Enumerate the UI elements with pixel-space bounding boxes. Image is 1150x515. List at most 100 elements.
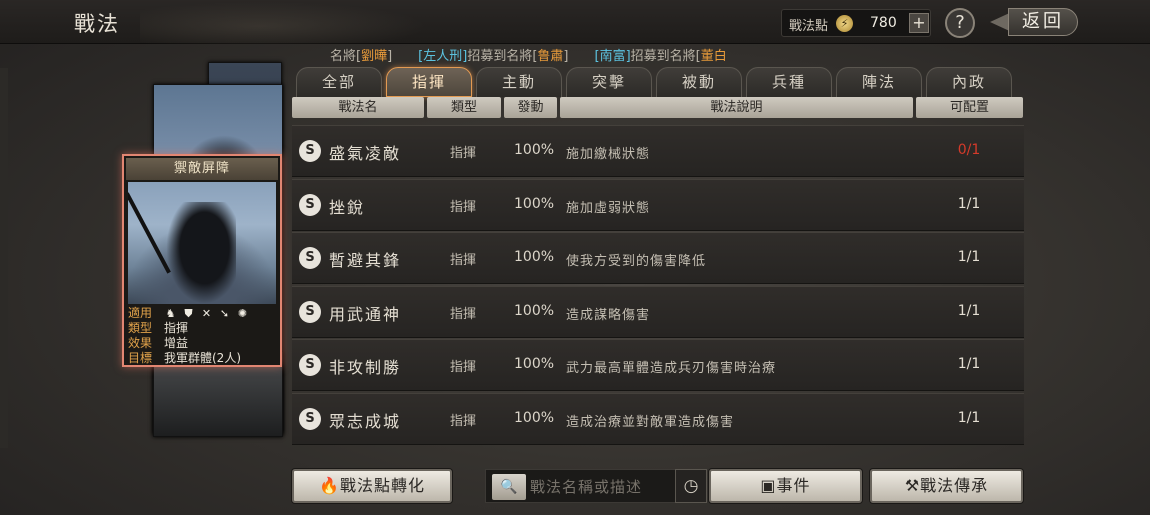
tab-7[interactable]: 內政: [926, 67, 1012, 97]
tab-5[interactable]: 兵種: [746, 67, 832, 97]
card-target-value: 我軍群體(2人): [164, 351, 241, 365]
grade-badge: S: [299, 354, 321, 376]
ticker-text: [南富]: [594, 49, 631, 63]
help-button[interactable]: ?: [945, 8, 975, 38]
grade-badge: S: [299, 193, 321, 216]
ticker-text: [左人刑]: [418, 49, 468, 63]
event-icon: ▣: [760, 476, 777, 495]
left-edge-panel: [0, 68, 8, 448]
tab-6[interactable]: 陣法: [836, 67, 922, 97]
ticker-text: 名將[: [330, 49, 362, 63]
card-type-value: 指揮: [164, 321, 189, 335]
ticker-message: [左人刑]招募到名將[鲁肅]: [418, 45, 568, 63]
tactic-points-value: 780: [870, 15, 897, 31]
tactic-points-label: 戰法點: [789, 19, 829, 34]
ticker-text: ]: [387, 49, 393, 63]
tab-1[interactable]: 指揮: [386, 67, 472, 97]
tactic-description: 施加虛弱狀態: [566, 200, 651, 216]
category-tabs: 全部 指揮 主動 突擊 被動 兵種 陣法 內政: [296, 67, 1016, 97]
ticker-message: [南富]招募到名將[董白: [595, 45, 727, 63]
card-type-label: 類型: [128, 321, 153, 335]
card-target-label: 目標: [128, 351, 153, 365]
convert-points-button[interactable]: 🔥戰法點轉化: [292, 469, 452, 503]
tactic-count: 1/1: [957, 249, 981, 265]
column-header-type[interactable]: 類型: [427, 97, 501, 118]
flame-icon: 🔥: [319, 476, 340, 495]
tactic-row[interactable]: S 盛氣凌敵 指揮 100% 施加繳械狀態 0/1: [292, 125, 1024, 177]
spear-icon: ➘: [219, 307, 230, 320]
back-button-label: 返回: [1008, 8, 1078, 36]
shield-icon: ⛊: [184, 307, 193, 320]
ticker-text: 招募到名將[: [467, 49, 538, 63]
back-button[interactable]: 返回: [990, 6, 1084, 38]
grade-badge: S: [299, 140, 321, 162]
tactic-description: 造成治療並對敵軍造成傷害: [566, 414, 735, 430]
ticker-text: 鲁肅: [537, 49, 564, 63]
tactics-screen: 戰法 戰法點 ⚡ 780 + ? 返回 名將[劉曄] [左人刑]招募到名將[鲁肅]…: [0, 0, 1150, 515]
add-points-button[interactable]: +: [909, 13, 929, 33]
tactic-name: 用武通神: [329, 304, 402, 324]
tactic-rate: 100%: [514, 409, 555, 426]
tactic-row[interactable]: S 眾志成城 指揮 100% 造成治療並對敵軍造成傷害 1/1: [292, 392, 1024, 445]
grade-badge: S: [299, 247, 321, 269]
tactic-type: 指揮: [450, 360, 477, 375]
tactic-description: 施加繳械狀態: [566, 147, 651, 162]
tactic-type: 指揮: [450, 253, 477, 268]
tab-4[interactable]: 被動: [656, 67, 742, 97]
tactic-row[interactable]: S 非攻制勝 指揮 100% 武力最高單體造成兵刃傷害時治療 1/1: [292, 339, 1024, 391]
events-button[interactable]: ▣事件: [709, 469, 862, 503]
card-tactic-name: 禦敵屏障: [126, 158, 278, 180]
tactic-row[interactable]: S 用武通神 指揮 100% 造成謀略傷害 1/1: [292, 285, 1024, 338]
tactic-description: 使我方受到的傷害降低: [566, 254, 707, 269]
tab-0[interactable]: 全部: [296, 67, 382, 97]
tactic-inherit-button[interactable]: ⚒戰法傳承: [870, 469, 1023, 503]
tactic-description: 造成謀略傷害: [566, 307, 651, 323]
tactic-name: 暫避其鋒: [329, 251, 402, 270]
tactic-row[interactable]: S 暫避其鋒 指揮 100% 使我方受到的傷害降低 1/1: [292, 232, 1024, 284]
tactic-inherit-label: 戰法傳承: [920, 476, 989, 495]
table-header: 戰法名 類型 發動 戰法說明 可配置: [292, 97, 1024, 119]
tactic-description: 武力最高單體造成兵刃傷害時治療: [566, 361, 777, 376]
search-input[interactable]: [530, 474, 670, 500]
search-box: 🔍: [485, 469, 707, 503]
grade-badge: S: [299, 407, 321, 430]
crossbow-icon: ✕: [201, 307, 212, 320]
history-clock-icon[interactable]: ◷: [675, 469, 707, 503]
ticker-text: ]: [563, 49, 569, 63]
card-artwork: [128, 182, 276, 304]
convert-points-label: 戰法點轉化: [339, 476, 425, 495]
tactic-count: 1/1: [957, 409, 981, 426]
page-title: 戰法: [74, 12, 120, 36]
tactic-name: 挫銳: [329, 197, 366, 217]
ticker-text: 劉曄: [361, 49, 388, 63]
search-icon[interactable]: 🔍: [492, 474, 526, 500]
tactic-list: S 盛氣凌敵 指揮 100% 施加繳械狀態 0/1 S 挫銳 指揮 100% 施加虛弱狀態 1/1 S 暫…: [292, 125, 1024, 460]
tab-3[interactable]: 突擊: [566, 67, 652, 97]
tab-2[interactable]: 主動: [476, 67, 562, 97]
tactic-rate: 100%: [514, 195, 555, 212]
column-header-name[interactable]: 戰法名: [292, 97, 424, 118]
tactic-name: 非攻制勝: [329, 358, 402, 377]
tactic-count: 1/1: [957, 356, 981, 372]
tactic-points-coin-icon: ⚡: [836, 15, 853, 32]
card-effect-value: 增益: [164, 336, 189, 350]
card-info: 適用 ♞ ⛊ ✕ ➘ ✺ 類型 指揮 效果 增益 目標 我軍群體(2人): [128, 306, 278, 366]
tactic-rate: 100%: [514, 142, 555, 158]
tactic-type: 指揮: [450, 413, 477, 429]
hammer-icon: ⚒: [904, 476, 921, 495]
card-effect-label: 效果: [128, 336, 153, 350]
recruit-ticker: 名將[劉曄] [左人刑]招募到名將[鲁肅] [南富]招募到名將[董白: [330, 45, 850, 63]
tactic-rate: 100%: [514, 356, 555, 372]
events-label: 事件: [776, 476, 811, 495]
column-header-rate[interactable]: 發動: [504, 97, 557, 118]
selected-tactic-card[interactable]: 禦敵屏障 適用 ♞ ⛊ ✕ ➘ ✺ 類型 指揮 效果 增益 目標 我軍群體(2人): [122, 154, 282, 367]
top-bar: 戰法 戰法點 ⚡ 780 + ? 返回: [0, 0, 1150, 44]
cloud-ornament: [140, 0, 440, 44]
unit-type-icons: ♞ ⛊ ✕ ➘ ✺: [164, 306, 249, 321]
tactic-points-display: 戰法點 ⚡ 780 +: [781, 9, 931, 37]
ticker-message: 名將[劉曄]: [330, 45, 392, 63]
tactic-row[interactable]: S 挫銳 指揮 100% 施加虛弱狀態 1/1: [292, 178, 1024, 231]
column-header-count[interactable]: 可配置: [916, 97, 1023, 118]
column-header-description: 戰法說明: [560, 97, 913, 118]
ticker-text: 董白: [700, 49, 727, 63]
